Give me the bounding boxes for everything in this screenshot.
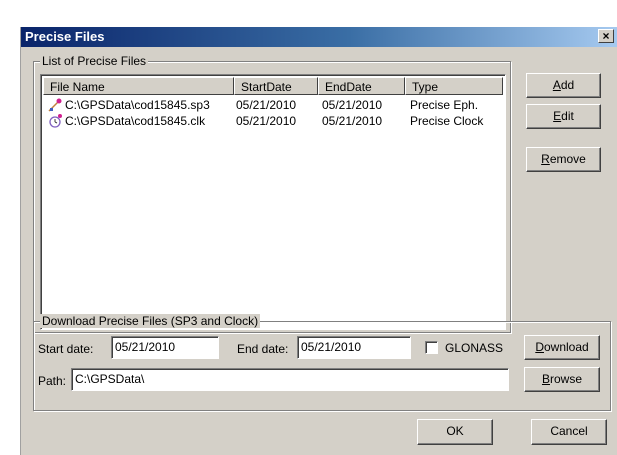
start-date-input[interactable]: 05/21/2010 [111,336,219,359]
satellite-clock-icon [49,114,62,128]
path-input[interactable]: C:\GPSData\ [71,368,509,391]
ok-button[interactable]: OK [417,419,493,445]
end-date-cell: 05/21/2010 [322,98,383,112]
column-header-file-name[interactable]: File Name [43,77,234,95]
close-button[interactable]: × [598,29,614,43]
remove-button[interactable]: Remove [526,147,601,172]
list-precise-files-group: List of Precise Files File Name StartDat… [33,54,511,333]
list-group-legend: List of Precise Files [40,54,149,68]
list-header: File Name StartDate EndDate Type [43,77,511,95]
cancel-button[interactable]: Cancel [531,419,607,445]
download-group-legend: Download Precise Files (SP3 and Clock) [40,314,261,328]
list-item[interactable]: C:\GPSData\cod15845.sp3 05/21/2010 05/21… [43,97,503,113]
file-name-cell: C:\GPSData\cod15845.clk [65,114,206,128]
start-date-label: Start date: [38,342,94,356]
column-header-start-date[interactable]: StartDate [234,77,318,95]
path-label: Path: [38,374,67,388]
precise-files-list[interactable]: File Name StartDate EndDate Type C:\GPSD… [40,74,506,330]
add-button[interactable]: Add [526,73,601,98]
type-cell: Precise Eph. [410,98,479,112]
end-date-input[interactable]: 05/21/2010 [297,336,411,359]
satellite-ephemeris-icon [48,98,62,112]
browse-button[interactable]: Browse [524,367,600,392]
column-header-type[interactable]: Type [405,77,503,95]
download-button[interactable]: Download [524,335,600,360]
end-date-cell: 05/21/2010 [322,114,383,128]
precise-files-dialog: Precise Files × List of Precise Files Fi… [20,27,617,455]
glonass-checkbox[interactable] [425,341,438,354]
column-header-end-date[interactable]: EndDate [318,77,405,95]
download-precise-files-group: Download Precise Files (SP3 and Clock) S… [33,314,611,411]
title-bar[interactable]: Precise Files × [21,27,617,47]
start-date-cell: 05/21/2010 [236,98,297,112]
file-name-cell: C:\GPSData\cod15845.sp3 [65,98,210,112]
type-cell: Precise Clock [410,114,484,128]
end-date-label: End date: [237,342,289,356]
window-title: Precise Files [25,29,105,44]
glonass-label[interactable]: GLONASS [445,341,503,355]
edit-button[interactable]: Edit [526,104,601,129]
list-item[interactable]: C:\GPSData\cod15845.clk 05/21/2010 05/21… [43,113,503,129]
start-date-cell: 05/21/2010 [236,114,297,128]
